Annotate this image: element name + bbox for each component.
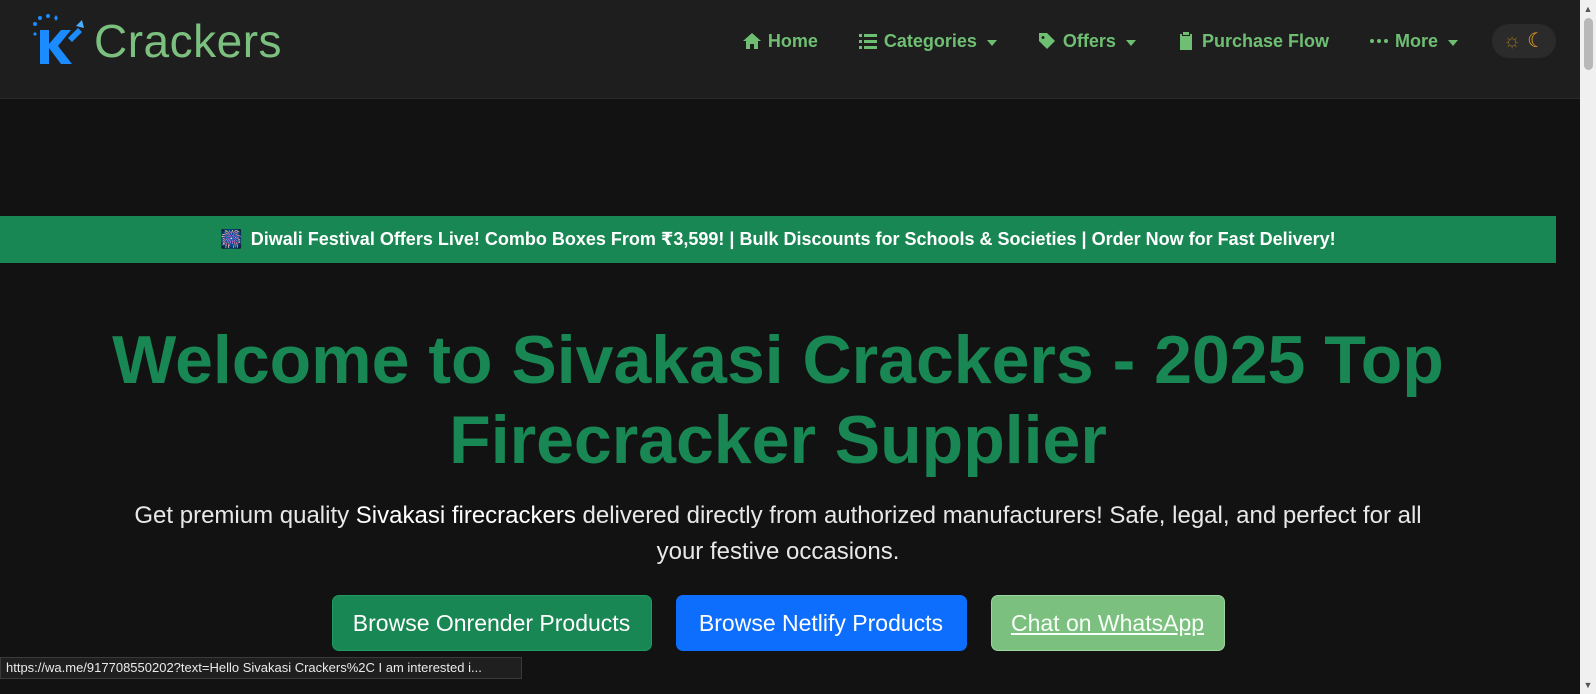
home-icon — [742, 33, 761, 49]
tag-icon — [1038, 33, 1055, 49]
navbar: Crackers Home Categories Offers Purchase… — [0, 0, 1580, 99]
nav-more-label: More — [1394, 30, 1438, 51]
hero-subtitle-strong: Sivakasi firecrackers — [355, 502, 576, 529]
fireworks-icon: 🎆 — [220, 229, 243, 249]
nav-links: Home Categories Offers Purchase Flow Mor… — [742, 24, 1556, 58]
nav-categories-label: Categories — [883, 30, 977, 51]
sun-icon: ☼ — [1502, 30, 1522, 52]
k-sparkle-logo-icon — [33, 14, 84, 64]
brand[interactable]: Crackers — [30, 14, 282, 68]
hero-subtitle-pre: Get premium quality — [134, 502, 356, 529]
offer-banner: 🎆 Diwali Festival Offers Live! Combo Box… — [0, 216, 1556, 263]
hero-subtitle-post: delivered directly from authorized manuf… — [575, 502, 1422, 565]
browse-onrender-button[interactable]: Browse Onrender Products — [331, 595, 652, 651]
nav-offers[interactable]: Offers — [1037, 31, 1136, 52]
scroll-down-icon[interactable]: ▼ — [1583, 680, 1593, 690]
nav-purchase-flow-label: Purchase Flow — [1201, 30, 1329, 51]
hero-buttons: Browse Onrender Products Browse Netlify … — [0, 595, 1556, 651]
moon-icon: ☾ — [1527, 30, 1546, 52]
nav-home[interactable]: Home — [742, 31, 818, 52]
chevron-down-icon — [1448, 39, 1458, 46]
ellipsis-icon — [1369, 39, 1388, 43]
nav-purchase-flow[interactable]: Purchase Flow — [1176, 31, 1329, 52]
chevron-down-icon — [1125, 39, 1136, 46]
vertical-scrollbar[interactable]: ▲ ▼ — [1580, 0, 1596, 694]
nav-more[interactable]: More — [1369, 31, 1458, 52]
status-bar-url: https://wa.me/917708550202?text=Hello Si… — [0, 657, 522, 679]
brand-name: Crackers — [94, 15, 283, 67]
hero-subtitle: Get premium quality Sivakasi firecracker… — [120, 498, 1436, 570]
page: Crackers Home Categories Offers Purchase… — [0, 0, 1596, 694]
scroll-up-icon[interactable]: ▲ — [1583, 4, 1593, 14]
nav-categories[interactable]: Categories — [858, 31, 997, 52]
whatsapp-chat-button[interactable]: Chat on WhatsApp — [990, 595, 1225, 651]
theme-toggle[interactable]: ☼ ☾ — [1492, 24, 1556, 58]
banner-text: Diwali Festival Offers Live! Combo Boxes… — [250, 229, 1336, 249]
browse-netlify-button[interactable]: Browse Netlify Products — [675, 595, 967, 651]
nav-offers-label: Offers — [1062, 30, 1116, 51]
chevron-down-icon — [986, 39, 997, 46]
list-icon — [858, 34, 877, 49]
hero-title: Welcome to Sivakasi Crackers - 2025 Top … — [112, 322, 1444, 478]
nav-home-label: Home — [767, 30, 818, 51]
scroll-thumb[interactable] — [1584, 18, 1593, 70]
clipboard-icon — [1179, 32, 1192, 50]
